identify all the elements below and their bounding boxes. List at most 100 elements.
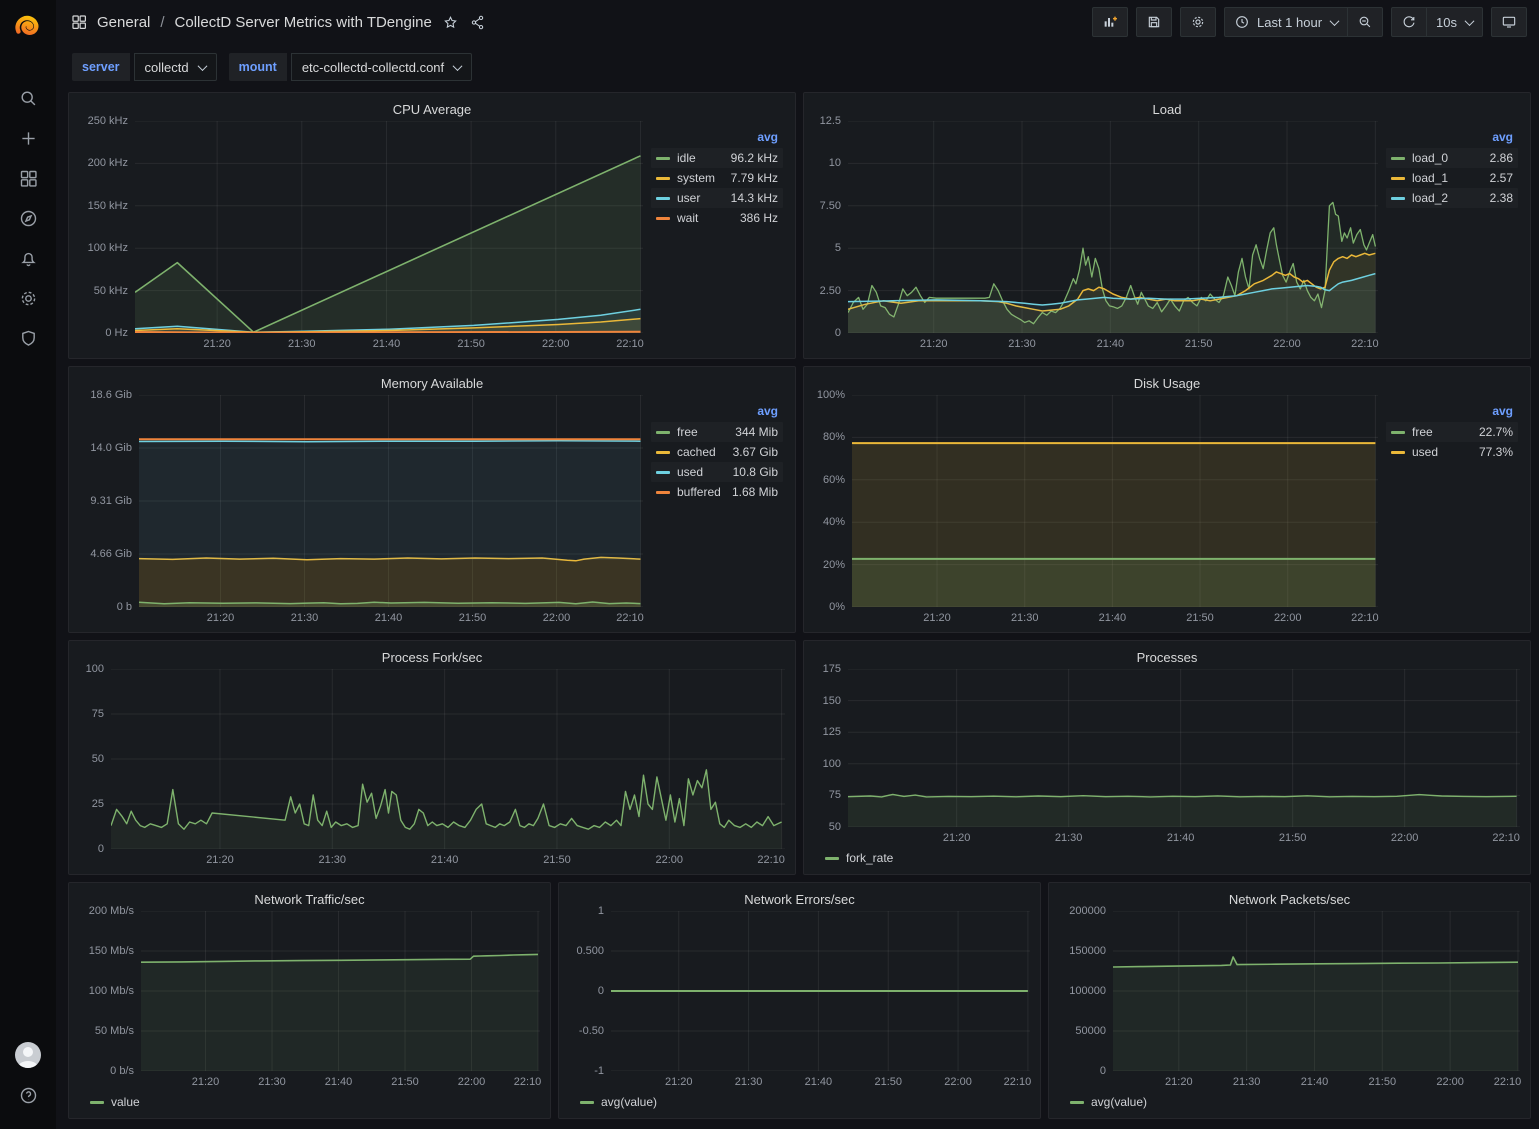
refresh-button[interactable] bbox=[1391, 7, 1427, 37]
x-tick-label: 21:20 bbox=[203, 338, 231, 350]
star-icon[interactable] bbox=[442, 14, 459, 31]
legend-series-color-dash bbox=[656, 491, 670, 494]
chart-cpu-average[interactable] bbox=[135, 121, 643, 333]
x-axis-labels: 21:2021:3021:4021:5022:0022:10 bbox=[111, 849, 785, 870]
panel-title[interactable]: Disk Usage bbox=[814, 372, 1520, 395]
chart-disk-usage[interactable] bbox=[852, 395, 1378, 607]
legend-item-free[interactable]: free22.7% bbox=[1386, 422, 1518, 442]
y-tick-label: 100000 bbox=[1069, 985, 1106, 997]
y-tick-label: 80% bbox=[823, 431, 845, 443]
legend-item-used[interactable]: used10.8 Gib bbox=[651, 462, 783, 482]
legend-series-color-dash bbox=[580, 1101, 594, 1104]
breadcrumb-folder[interactable]: General bbox=[97, 14, 150, 31]
legend-avg-header[interactable]: avg bbox=[1386, 128, 1518, 148]
panel-title[interactable]: Network Traffic/sec bbox=[79, 888, 540, 911]
chart-processes[interactable] bbox=[848, 669, 1520, 827]
y-tick-label: 250 kHz bbox=[88, 115, 128, 127]
panel-title[interactable]: Network Packets/sec bbox=[1059, 888, 1520, 911]
legend-item-load-0[interactable]: load_02.86 bbox=[1386, 148, 1518, 168]
legend-series-name: free bbox=[677, 425, 698, 439]
chart-process-fork[interactable] bbox=[111, 669, 785, 849]
y-axis-labels: 100%80%60%40%20%0% bbox=[814, 395, 852, 607]
variable-mount-picker[interactable]: etc-collectd-collectd.conf bbox=[291, 53, 472, 81]
help-icon[interactable] bbox=[8, 1075, 48, 1115]
server-admin-shield-icon[interactable] bbox=[8, 318, 48, 358]
cycle-view-mode-button[interactable] bbox=[1491, 7, 1527, 37]
legend-series-color-dash bbox=[656, 157, 670, 160]
create-plus-icon[interactable] bbox=[8, 118, 48, 158]
legend-item-used[interactable]: used77.3% bbox=[1386, 442, 1518, 462]
dashboard-settings-button[interactable] bbox=[1180, 7, 1216, 37]
variables-bar: server collectd mount etc-collectd-colle… bbox=[56, 44, 1539, 90]
legend-item-avg-value-[interactable]: avg(value) bbox=[575, 1092, 662, 1112]
panel-cpu-average: CPU Average 250 kHz200 kHz150 kHz100 kHz… bbox=[68, 92, 796, 359]
panel-title[interactable]: CPU Average bbox=[79, 98, 785, 121]
refresh-interval-picker[interactable]: 10s bbox=[1426, 7, 1483, 37]
panel-title[interactable]: Network Errors/sec bbox=[569, 888, 1030, 911]
chevron-down-icon bbox=[1465, 16, 1475, 26]
chart-network-packets[interactable] bbox=[1113, 911, 1520, 1071]
y-tick-label: 0 bbox=[98, 843, 104, 855]
legend-avg-header[interactable]: avg bbox=[651, 128, 783, 148]
legend-avg-header[interactable]: avg bbox=[1386, 402, 1518, 422]
legend-item-cached[interactable]: cached3.67 Gib bbox=[651, 442, 783, 462]
legend-item-fork-rate[interactable]: fork_rate bbox=[820, 848, 898, 868]
y-tick-label: 4.66 Gib bbox=[90, 548, 132, 560]
legend-item-system[interactable]: system7.79 kHz bbox=[651, 168, 783, 188]
x-tick-label: 22:00 bbox=[458, 1076, 486, 1088]
legend-series-name: free bbox=[1412, 425, 1433, 439]
y-axis-labels: 1007550250 bbox=[79, 669, 111, 849]
zoom-out-time-button[interactable] bbox=[1347, 7, 1383, 37]
legend-item-value[interactable]: value bbox=[85, 1092, 145, 1112]
legend-avg-header[interactable]: avg bbox=[651, 402, 783, 422]
x-tick-label: 22:00 bbox=[944, 1076, 972, 1088]
legend-series-name: avg(value) bbox=[601, 1095, 657, 1109]
legend-series-name: load_1 bbox=[1412, 171, 1448, 185]
x-tick-label: 21:20 bbox=[1165, 1076, 1193, 1088]
y-tick-label: 0% bbox=[829, 601, 845, 613]
variable-server-picker[interactable]: collectd bbox=[134, 53, 217, 81]
panel-title-text: Network Errors/sec bbox=[744, 892, 855, 907]
panel-title[interactable]: Memory Available bbox=[79, 372, 785, 395]
legend-item-load-1[interactable]: load_12.57 bbox=[1386, 168, 1518, 188]
grafana-logo-icon[interactable] bbox=[12, 10, 44, 42]
y-tick-label: 5 bbox=[835, 242, 841, 254]
alerting-bell-icon[interactable] bbox=[8, 238, 48, 278]
chart-load[interactable] bbox=[848, 121, 1378, 333]
share-icon[interactable] bbox=[469, 14, 486, 31]
panel-title-text: Network Packets/sec bbox=[1229, 892, 1350, 907]
refresh-interval-label: 10s bbox=[1436, 15, 1457, 30]
legend-item-idle[interactable]: idle96.2 kHz bbox=[651, 148, 783, 168]
variable-mount-label: mount bbox=[229, 53, 287, 81]
configuration-gear-icon[interactable] bbox=[8, 278, 48, 318]
dashboard-grid: CPU Average 250 kHz200 kHz150 kHz100 kHz… bbox=[56, 90, 1539, 1129]
sidebar bbox=[0, 0, 56, 1129]
add-panel-button[interactable] bbox=[1092, 7, 1128, 37]
legend-item-user[interactable]: user14.3 kHz bbox=[651, 188, 783, 208]
save-dashboard-button[interactable] bbox=[1136, 7, 1172, 37]
dashboards-grid-icon[interactable] bbox=[8, 158, 48, 198]
legend-item-load-2[interactable]: load_22.38 bbox=[1386, 188, 1518, 208]
legend-item-wait[interactable]: wait386 Hz bbox=[651, 208, 783, 228]
legend-item-buffered[interactable]: buffered1.68 Mib bbox=[651, 482, 783, 502]
x-axis-labels: 21:2021:3021:4021:5022:0022:10 bbox=[135, 333, 643, 354]
user-avatar[interactable] bbox=[8, 1035, 48, 1075]
panel-title[interactable]: Load bbox=[814, 98, 1520, 121]
legend-series-color-dash bbox=[825, 857, 839, 860]
explore-compass-icon[interactable] bbox=[8, 198, 48, 238]
dashboard-title[interactable]: CollectD Server Metrics with TDengine bbox=[175, 14, 432, 31]
panel-title[interactable]: Process Fork/sec bbox=[79, 646, 785, 669]
legend-series-avg-value: 96.2 kHz bbox=[731, 151, 778, 165]
chart-network-errors[interactable] bbox=[611, 911, 1030, 1071]
time-range-picker[interactable]: Last 1 hour bbox=[1224, 7, 1348, 37]
panel-title[interactable]: Processes bbox=[814, 646, 1520, 669]
legend-item-avg-value-[interactable]: avg(value) bbox=[1065, 1092, 1152, 1112]
chart-network-traffic[interactable] bbox=[141, 911, 540, 1071]
legend-series-avg-value: 3.67 Gib bbox=[733, 445, 778, 459]
x-tick-label: 21:20 bbox=[192, 1076, 220, 1088]
legend-item-free[interactable]: free344 Mib bbox=[651, 422, 783, 442]
chart-memory-available[interactable] bbox=[139, 395, 643, 607]
search-icon[interactable] bbox=[8, 78, 48, 118]
y-tick-label: 14.0 Gib bbox=[90, 442, 132, 454]
legend-series-name: load_0 bbox=[1412, 151, 1448, 165]
